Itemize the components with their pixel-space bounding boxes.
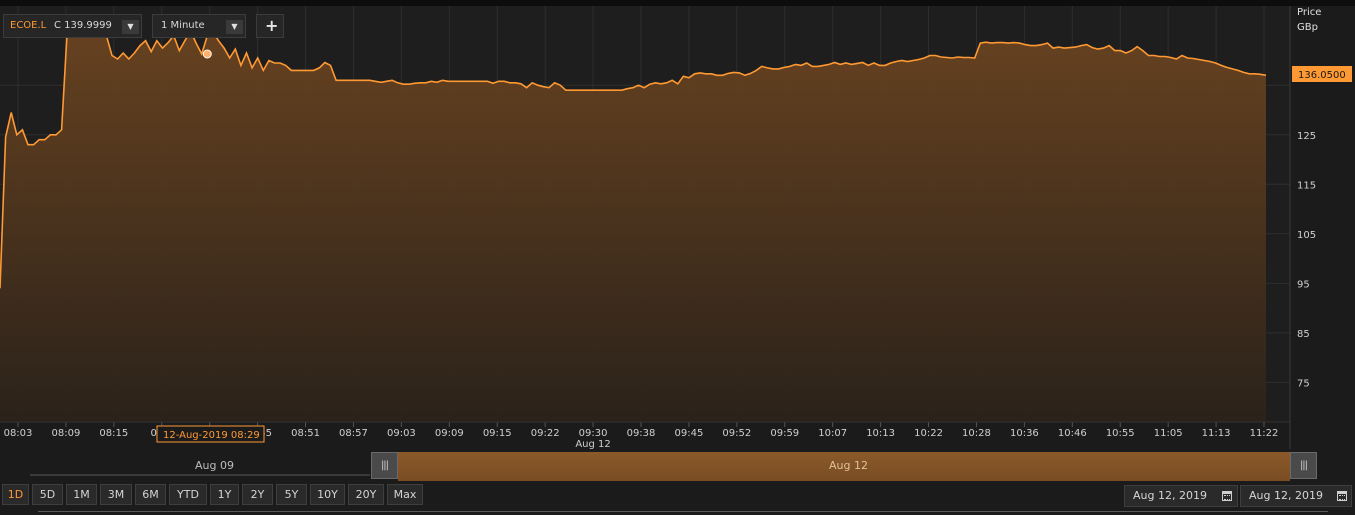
x-tick-label: 10:46 [1058,428,1087,439]
range-button-6m[interactable]: 6M [135,484,166,505]
range-button-1y[interactable]: 1Y [210,484,239,505]
chevron-down-icon[interactable]: ▼ [226,20,243,34]
calendar-icon[interactable] [1337,491,1347,501]
range-button-20y[interactable]: 20Y [348,484,384,505]
x-tick-label: 09:30 [579,428,608,439]
y-tick-label: 75 [1297,378,1310,389]
x-tick-label: 11:13 [1202,428,1231,439]
range-button-5d[interactable]: 5D [32,484,63,505]
price-axis-title: Price [1297,7,1322,18]
x-tick-label: 09:52 [722,428,751,439]
x-tick-label: 08:57 [339,428,368,439]
x-tick-label: 11:05 [1154,428,1183,439]
range-button-1m[interactable]: 1M [66,484,97,505]
hover-tooltip-text: 12-Aug-2019 08:29 [163,430,260,441]
interval-selector[interactable]: 1 Minute ▼ [152,14,246,38]
x-tick-label: 10:28 [962,428,991,439]
add-study-button[interactable]: + [256,14,284,38]
y-tick-label: 105 [1297,230,1316,241]
x-tick-label: 09:09 [435,428,464,439]
y-tick-label: 85 [1297,329,1310,340]
x-tick-label: 10:36 [1010,428,1039,439]
symbol-label: ECOE.L [10,20,47,31]
range-button-3m[interactable]: 3M [100,484,132,505]
range-button-ytd[interactable]: YTD [169,484,207,505]
x-tick-label: 10:13 [866,428,895,439]
symbol-selector[interactable]: ECOE.L C 139.9999 ▼ [3,14,142,38]
x-tick-label: 09:59 [770,428,799,439]
calendar-icon[interactable] [1222,491,1232,501]
hover-tooltip: 12-Aug-2019 08:29 [156,425,265,443]
x-tick-label: 09:38 [627,428,656,439]
timeline-label-prev: Aug 09 [195,459,234,472]
range-button-max[interactable]: Max [387,484,423,505]
x-tick-label: 10:07 [818,428,847,439]
x-tick-label: 09:45 [675,428,704,439]
x-tick-label: 10:55 [1106,428,1135,439]
range-button-1d[interactable]: 1D [2,484,29,505]
x-tick-label: 11:22 [1250,428,1279,439]
range-button-5y[interactable]: 5Y [276,484,307,505]
last-price-text: 136.0500 [1298,70,1346,81]
timeline-handle-right[interactable]: ||| [1290,452,1317,479]
x-tick-label: 08:09 [52,428,81,439]
date-to-field[interactable]: Aug 12, 2019 [1240,485,1352,507]
timeline-handle-left[interactable]: ||| [371,452,398,479]
price-chart[interactable]: 758595105115125 08:0308:0908:1508:208:39… [0,0,1355,515]
bottom-rule [38,511,1328,512]
timeline-rail [30,474,370,476]
x-tick-label: 09:15 [483,428,512,439]
last-price-badge: 136.0500 [1292,66,1352,82]
date-from-field[interactable]: Aug 12, 2019 [1124,485,1238,507]
y-tick-label: 95 [1297,279,1310,290]
x-tick-label: 08:15 [99,428,128,439]
timeline-label-current: Aug 12 [829,459,868,472]
symbol-close-value: C 139.9999 [54,20,112,31]
interval-label: 1 Minute [161,20,205,31]
range-button-10y[interactable]: 10Y [310,484,345,505]
x-tick-label: 08:51 [291,428,320,439]
price-axis-unit: GBp [1297,22,1318,33]
hover-marker [202,49,212,59]
date-from-value: Aug 12, 2019 [1133,489,1207,502]
x-tick-label: 09:22 [531,428,560,439]
x-tick-label: 08:03 [4,428,33,439]
chevron-down-icon[interactable]: ▼ [122,20,139,34]
range-button-2y[interactable]: 2Y [242,484,273,505]
plus-icon: + [265,16,279,35]
x-tick-label: 09:03 [387,428,416,439]
y-axis-labels: 75 85 95 105 115 125 [1297,131,1316,390]
y-tick-label: 125 [1297,131,1316,142]
x-tick-label: 10:22 [914,428,943,439]
date-to-value: Aug 12, 2019 [1249,489,1323,502]
y-tick-label: 115 [1297,180,1316,191]
